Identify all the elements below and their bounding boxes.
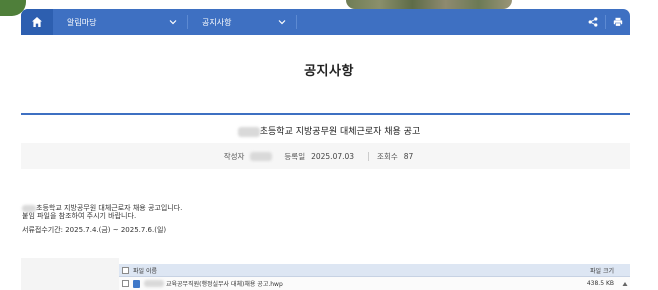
attachment-table: 파일 이름 파일 크기 교육공무직원(행정실무사 대체)채용 공고.hwp 43… bbox=[119, 264, 630, 290]
header-photo bbox=[346, 0, 512, 9]
views-value: 87 bbox=[403, 151, 414, 161]
body-line-text: 초등학교 지방공무원 대체근로자 채용 공고입니다. bbox=[36, 204, 183, 212]
hwp-file-icon bbox=[133, 279, 140, 288]
file-name[interactable]: 교육공무직원(행정실무사 대체)채용 공고.hwp bbox=[166, 279, 283, 288]
chevron-down-icon bbox=[169, 20, 177, 25]
share-icon bbox=[588, 17, 598, 27]
print-button[interactable] bbox=[606, 9, 630, 35]
triangle-up-icon bbox=[622, 281, 628, 286]
select-all-checkbox[interactable] bbox=[122, 266, 129, 274]
date-value: 2025.07.03 bbox=[311, 151, 355, 161]
print-icon bbox=[613, 17, 623, 27]
meta-divider bbox=[368, 151, 370, 161]
post-meta: 작성자 등록일 2025.07.03 조회수 87 bbox=[21, 143, 630, 169]
title-divider bbox=[21, 113, 630, 115]
breadcrumb-dropdown-menu2[interactable]: 공지사항 bbox=[188, 9, 296, 35]
author-label: 작성자 bbox=[223, 151, 245, 161]
breadcrumb-label: 공지사항 bbox=[202, 17, 232, 27]
redacted-school-name bbox=[22, 204, 36, 212]
home-button[interactable] bbox=[21, 9, 53, 35]
column-file-size: 파일 크기 bbox=[590, 267, 614, 275]
redacted-school-name bbox=[237, 126, 260, 137]
views-label: 조회수 bbox=[377, 151, 398, 161]
attachment-header: 파일 이름 파일 크기 bbox=[119, 264, 630, 277]
redacted-school-name bbox=[144, 280, 164, 287]
file-checkbox[interactable] bbox=[122, 280, 129, 287]
breadcrumb-nav: 알림마당 공지사항 bbox=[21, 9, 630, 35]
body-line: 붙임 파일을 참조하여 주시기 바랍니다. bbox=[22, 212, 137, 220]
body-line: 초등학교 지방공무원 대체근로자 채용 공고입니다. bbox=[22, 204, 182, 212]
share-button[interactable] bbox=[581, 9, 605, 35]
attachment-row[interactable]: 교육공무직원(행정실무사 대체)채용 공고.hwp 438.5 KB bbox=[119, 277, 630, 290]
breadcrumb-dropdown-menu1[interactable]: 알림마당 bbox=[53, 9, 187, 35]
scroll-up-button[interactable] bbox=[620, 281, 630, 287]
redacted-author bbox=[250, 151, 273, 161]
post-title-text: 초등학교 지방공무원 대체근로자 채용 공고 bbox=[259, 127, 421, 137]
attachment-label-area bbox=[21, 258, 119, 290]
breadcrumb-label: 알림마당 bbox=[67, 17, 97, 27]
column-file-name: 파일 이름 bbox=[133, 267, 157, 275]
post-body: 초등학교 지방공무원 대체근로자 채용 공고입니다. 붙임 파일을 참조하여 주… bbox=[22, 204, 182, 220]
file-size: 438.5 KB bbox=[586, 280, 614, 287]
chevron-down-icon bbox=[278, 20, 286, 25]
post-title: 초등학교 지방공무원 대체근로자 채용 공고 bbox=[0, 124, 658, 137]
home-icon bbox=[32, 17, 42, 27]
body-line: 서류접수기간: 2025.7.4.(금) ~ 2025.7.6.(일) bbox=[22, 226, 167, 234]
page-title: 공지사항 bbox=[304, 64, 354, 79]
date-label: 등록일 bbox=[284, 151, 306, 161]
